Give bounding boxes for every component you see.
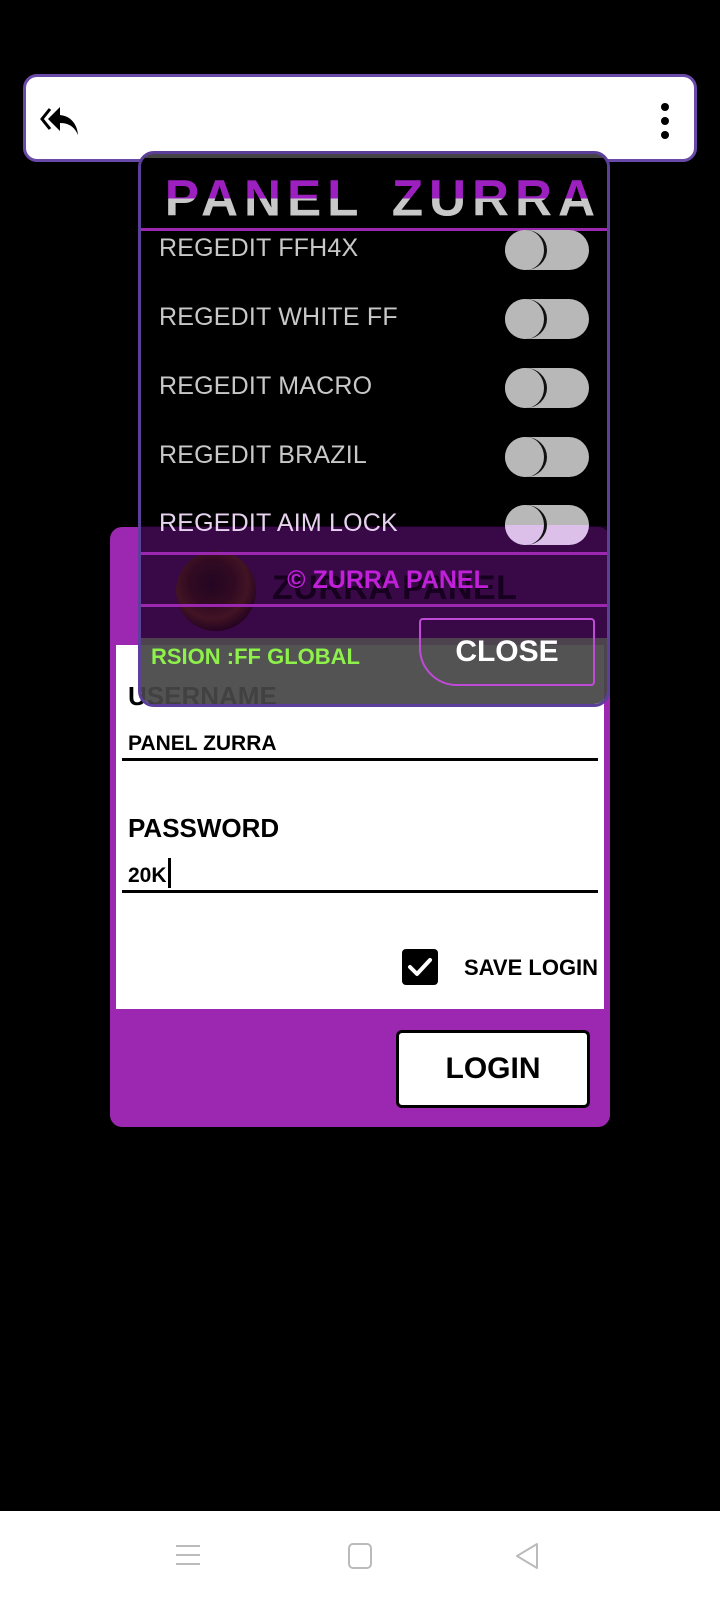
dot — [661, 103, 669, 111]
menu-item: REGEDIT FFH4X — [141, 224, 607, 278]
version-text: RSION :FF GLOBAL — [151, 644, 360, 669]
double-reply-back-icon[interactable] — [40, 101, 80, 141]
username-input[interactable]: PANEL ZURRA — [122, 727, 598, 761]
menu-header-strip — [141, 154, 607, 158]
menu-item: REGEDIT WHITE FF — [141, 293, 607, 347]
menu-item: REGEDIT MACRO — [141, 362, 607, 416]
menu-item-label: REGEDIT MACRO — [159, 372, 373, 400]
logo-part2: ZURRA — [392, 170, 601, 227]
toggle-knob — [505, 299, 547, 339]
system-nav-bar — [0, 1511, 720, 1600]
dot — [661, 117, 669, 125]
toggle-knob — [505, 505, 547, 545]
menu-item-label: REGEDIT AIM LOCK — [159, 509, 398, 537]
text-caret — [167, 858, 171, 888]
username-value: PANEL ZURRA — [128, 732, 277, 755]
toggle-knob — [505, 437, 547, 477]
menu-item: REGEDIT BRAZIL — [141, 431, 607, 485]
password-value: 20K — [128, 864, 167, 887]
divider — [141, 604, 607, 607]
toggle-switch[interactable] — [505, 299, 589, 339]
toggle-knob — [505, 368, 547, 408]
login-button[interactable]: LOGIN — [396, 1030, 590, 1108]
password-label: PASSWORD — [128, 813, 280, 843]
toggle-switch[interactable] — [505, 230, 589, 270]
square-home-icon[interactable] — [345, 1541, 375, 1571]
save-login-label[interactable]: SAVE LOGIN — [464, 955, 598, 981]
menu-item-label: REGEDIT BRAZIL — [159, 441, 367, 469]
menu-item-label: REGEDIT WHITE FF — [159, 303, 398, 331]
close-button[interactable]: CLOSE — [419, 618, 595, 686]
more-options-button[interactable] — [658, 103, 672, 139]
top-app-bar — [23, 74, 697, 162]
toggle-knob — [505, 230, 547, 270]
checkmark-icon — [408, 958, 432, 976]
menu-item: REGEDIT AIM LOCK — [141, 499, 607, 553]
password-input[interactable]: 20K — [122, 858, 598, 893]
mod-menu-panel: PANEL ZURRA REGEDIT FFH4X REGEDIT WHITE … — [138, 151, 610, 707]
toggle-switch[interactable] — [505, 368, 589, 408]
divider — [141, 552, 607, 555]
toggle-switch[interactable] — [505, 505, 589, 545]
menu-lines-icon[interactable] — [173, 1541, 203, 1571]
save-login-checkbox[interactable] — [402, 949, 438, 985]
menu-logo: PANEL ZURRA — [165, 170, 601, 227]
toggle-switch[interactable] — [505, 437, 589, 477]
menu-item-label: REGEDIT FFH4X — [159, 234, 359, 262]
dot — [661, 131, 669, 139]
password-value-wrap: 20K — [128, 858, 171, 888]
logo-part1: PANEL — [165, 170, 365, 227]
copyright-text: © ZURRA PANEL — [287, 566, 489, 594]
triangle-back-icon[interactable] — [513, 1541, 543, 1571]
